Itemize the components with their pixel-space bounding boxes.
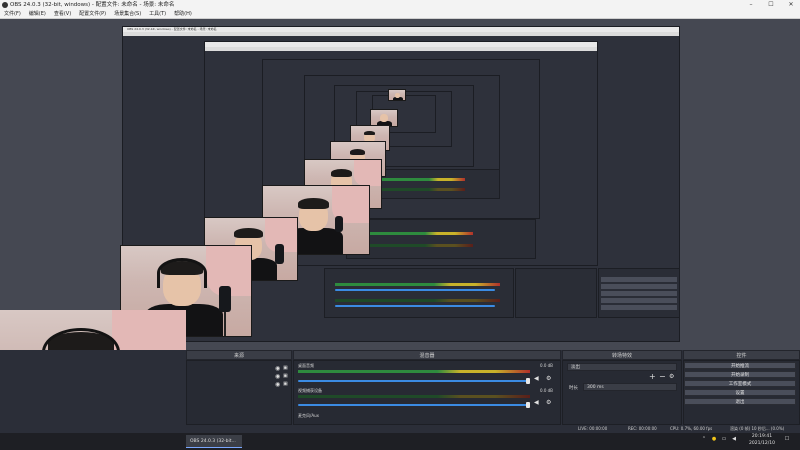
- taskbar: OBS 24.0.3 (32-bit... ⌃ ● ▭ ◀ 20:19:41 2…: [0, 433, 800, 450]
- menu-help[interactable]: 帮助(H): [170, 10, 196, 18]
- webcam-feed-7: [388, 89, 406, 101]
- remove-icon[interactable]: −: [659, 372, 666, 381]
- sources-dock-header: 来源: [186, 350, 292, 360]
- add-icon[interactable]: +: [649, 372, 656, 381]
- audio-meter: [298, 395, 530, 398]
- menu-view[interactable]: 查看(V): [50, 10, 75, 18]
- mixer-channel-name: 麦克风/Aux: [298, 413, 319, 418]
- start-recording-button[interactable]: 开始录制: [684, 371, 796, 378]
- mixer-dock: 桌面音频 0.0 dB ◀ ⚙ 视频捕获设备 0.0 dB ◀ ⚙ 麦克风/Au…: [293, 360, 561, 425]
- duration-input[interactable]: 300 ms: [583, 383, 677, 391]
- nested-mixer-panel-2: [346, 219, 536, 259]
- nested-controls-panel: [598, 268, 680, 318]
- volume-slider-knob[interactable]: [526, 402, 530, 408]
- maximize-button[interactable]: ☐: [764, 0, 778, 10]
- lock-icon[interactable]: ▣: [283, 365, 288, 371]
- duration-label: 时长: [569, 386, 578, 391]
- sources-dock[interactable]: ◉ ▣ ◉ ▣ ◉ ▣: [186, 360, 292, 425]
- menu-scene-collection[interactable]: 场景集合(S): [110, 10, 145, 18]
- menu-bar: 文件(F) 编辑(E) 查看(V) 配置文件(P) 场景集合(S) 工具(T) …: [0, 10, 800, 19]
- speaker-icon[interactable]: ◀: [730, 436, 738, 442]
- volume-slider[interactable]: [298, 404, 530, 406]
- eye-icon[interactable]: ◉: [275, 365, 280, 372]
- nested-mixer-panel: [324, 268, 514, 318]
- status-bar: LIVE: 00:00:00 REC: 00:00:00 CPU: 0.7%, …: [0, 425, 800, 433]
- nested-mixer-panel-3: [370, 169, 500, 199]
- menu-profile[interactable]: 配置文件(P): [75, 10, 110, 18]
- nested-menu-bar-2: [205, 47, 597, 51]
- live-status: LIVE: 00:00:00: [578, 426, 608, 431]
- exit-button[interactable]: 退出: [684, 398, 796, 405]
- taskbar-obs-app[interactable]: OBS 24.0.3 (32-bit...: [186, 435, 242, 448]
- gear-icon[interactable]: ⚙: [669, 373, 674, 380]
- window-title: OBS 24.0.3 (32-bit, windows) - 配置文件: 未命名…: [10, 2, 175, 8]
- render-status: 渲染 (0 帧) 10 秒后... (0.0%): [730, 426, 785, 431]
- dock-area: 来源 ◉ ▣ ◉ ▣ ◉ ▣ 混音器 桌面音频 0.0 dB ◀ ⚙ 视频捕获设…: [0, 350, 800, 425]
- menu-file[interactable]: 文件(F): [0, 10, 25, 18]
- eye-icon[interactable]: ◉: [275, 381, 280, 388]
- studio-mode-button[interactable]: 工作室模式: [684, 380, 796, 387]
- volume-slider[interactable]: [298, 380, 530, 382]
- close-button[interactable]: ✕: [784, 0, 798, 10]
- nested-transition-panel: [515, 268, 597, 318]
- transitions-dock: 淡出 + − ⚙ 时长 300 ms: [562, 360, 682, 425]
- menu-tools[interactable]: 工具(T): [145, 10, 170, 18]
- gear-icon[interactable]: ⚙: [546, 375, 551, 382]
- settings-button[interactable]: 设置: [684, 389, 796, 396]
- minimize-button[interactable]: –: [744, 0, 758, 10]
- audio-meter: [298, 370, 530, 373]
- mixer-channel-name: 桌面音频: [298, 363, 314, 368]
- mixer-channel-level: 0.0 dB: [540, 363, 553, 368]
- lock-icon[interactable]: ▣: [283, 373, 288, 379]
- mixer-channel-level: 0.0 dB: [540, 388, 553, 393]
- nested-menu-bar: [123, 32, 679, 36]
- notification-icon[interactable]: ●: [710, 436, 718, 442]
- clock-date[interactable]: 2021/12/10: [748, 441, 776, 446]
- obs-logo-icon: [2, 2, 8, 8]
- cpu-status: CPU: 0.7%, 60.00 fps: [670, 426, 713, 431]
- transitions-dock-header: 转场特效: [562, 350, 682, 360]
- volume-slider-knob[interactable]: [526, 378, 530, 384]
- clock-time[interactable]: 20:19:41: [748, 434, 776, 439]
- speaker-icon[interactable]: ◀: [534, 399, 539, 406]
- preview-canvas[interactable]: OBS 24.0.3 (32-bit, windows) - 配置文件: 未命名…: [0, 19, 800, 350]
- action-center-icon[interactable]: ☐: [782, 436, 792, 442]
- lock-icon[interactable]: ▣: [283, 381, 288, 387]
- obs-window: OBS 24.0.3 (32-bit, windows) - 配置文件: 未命名…: [0, 0, 800, 450]
- mixer-channel-name: 视频捕获设备: [298, 388, 322, 393]
- controls-dock-header: 控件: [683, 350, 800, 360]
- menu-edit[interactable]: 编辑(E): [25, 10, 50, 18]
- gear-icon[interactable]: ⚙: [546, 399, 551, 406]
- chevron-up-icon[interactable]: ⌃: [700, 436, 708, 442]
- network-icon[interactable]: ▭: [720, 436, 728, 442]
- transition-select[interactable]: 淡出: [567, 363, 677, 371]
- eye-icon[interactable]: ◉: [275, 373, 280, 380]
- rec-status: REC: 00:00:00: [628, 426, 657, 431]
- speaker-icon[interactable]: ◀: [534, 375, 539, 382]
- start-streaming-button[interactable]: 开始推流: [684, 362, 796, 369]
- title-bar: OBS 24.0.3 (32-bit, windows) - 配置文件: 未命名…: [0, 0, 800, 10]
- mixer-dock-header: 混音器: [293, 350, 561, 360]
